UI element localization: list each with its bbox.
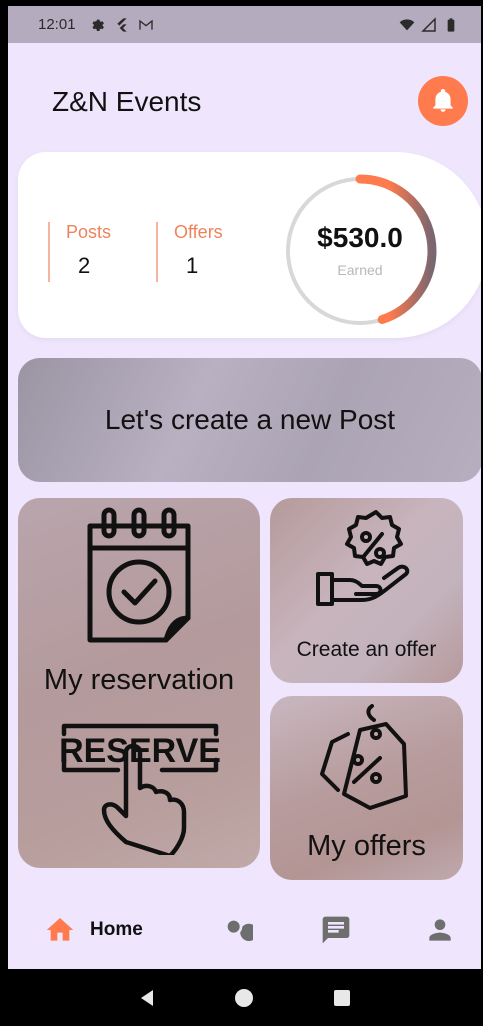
notification-button[interactable] bbox=[418, 76, 468, 126]
percent-hand-icon bbox=[316, 510, 410, 606]
gear-icon bbox=[92, 19, 104, 31]
nav-chat[interactable] bbox=[320, 914, 352, 951]
bell-icon bbox=[433, 88, 453, 112]
gmail-icon bbox=[138, 19, 153, 30]
my-reservation-tile[interactable]: My reservation RESERVE bbox=[18, 498, 260, 868]
nav-search[interactable] bbox=[221, 914, 258, 951]
my-offers-label: My offers bbox=[307, 830, 426, 862]
create-post-button[interactable]: Let's create a new Post bbox=[18, 358, 481, 482]
reserve-text: RESERVE bbox=[60, 732, 220, 770]
profile-icon bbox=[429, 919, 451, 941]
nav-profile[interactable] bbox=[424, 914, 456, 951]
reserve-button-icon: RESERVE bbox=[60, 723, 220, 855]
status-bar: 12:01 bbox=[8, 6, 481, 43]
posts-label: Posts bbox=[66, 222, 112, 242]
offers-label: Offers bbox=[174, 222, 223, 242]
back-icon[interactable] bbox=[136, 987, 158, 1009]
bottom-nav: Home bbox=[8, 902, 481, 966]
nav-home[interactable]: Home bbox=[44, 914, 143, 946]
flutter-icon bbox=[116, 17, 127, 32]
calendar-check-icon bbox=[87, 507, 191, 643]
my-reservation-label: My reservation bbox=[43, 664, 235, 696]
wifi-icon bbox=[399, 18, 415, 30]
percent-tag-icon bbox=[320, 704, 408, 810]
earned-amount: $530.0 bbox=[317, 222, 403, 253]
page-title: Z&N Events bbox=[52, 86, 202, 117]
earnings-ring: $530.0 Earned bbox=[281, 172, 439, 330]
create-post-label: Let's create a new Post bbox=[104, 404, 396, 435]
stats-card: Posts 2 Offers 1 $530.0 Earned bbox=[18, 152, 481, 338]
status-right-icons bbox=[399, 16, 459, 33]
home-icon bbox=[46, 918, 74, 941]
posts-count: 2 bbox=[78, 253, 91, 278]
status-left-icons bbox=[90, 17, 154, 33]
home-circle-icon[interactable] bbox=[233, 987, 255, 1009]
chat-icon bbox=[322, 916, 350, 944]
offers-stat[interactable]: Offers 1 bbox=[156, 222, 223, 282]
search-icon bbox=[227, 920, 258, 942]
create-offer-label: Create an offer bbox=[296, 638, 437, 661]
signal-icon bbox=[421, 16, 436, 32]
status-time: 12:01 bbox=[38, 16, 76, 33]
earned-label: Earned bbox=[337, 262, 383, 278]
offers-count: 1 bbox=[186, 253, 199, 278]
my-offers-tile[interactable]: My offers bbox=[270, 696, 463, 880]
app-screen: 12:01 Z&N Events Posts 2 Offers 1 $530.0… bbox=[8, 6, 481, 1026]
system-nav-bar bbox=[8, 969, 481, 1026]
battery-icon bbox=[447, 17, 455, 32]
nav-home-label: Home bbox=[90, 919, 143, 940]
create-offer-tile[interactable]: Create an offer bbox=[270, 498, 463, 683]
posts-stat[interactable]: Posts 2 bbox=[48, 222, 111, 282]
recents-icon[interactable] bbox=[331, 987, 353, 1009]
